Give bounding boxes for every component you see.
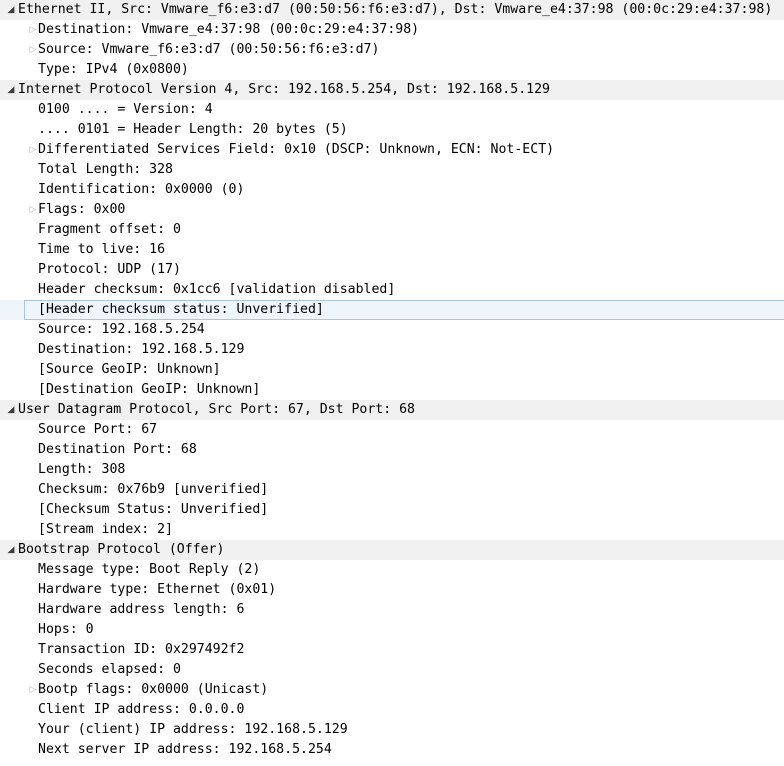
field-row[interactable]: Source Port: 67 bbox=[0, 420, 784, 440]
field-row[interactable]: 0100 .... = Version: 4 bbox=[0, 100, 784, 120]
field-row[interactable]: Destination Port: 68 bbox=[0, 440, 784, 460]
row-label: Time to live: 16 bbox=[38, 242, 166, 257]
field-row[interactable]: Next server IP address: 192.168.5.254 bbox=[0, 740, 784, 760]
row-label: Checksum: 0x76b9 [unverified] bbox=[38, 482, 269, 497]
row-label: Hardware address length: 6 bbox=[38, 602, 245, 617]
field-row[interactable]: Total Length: 328 bbox=[0, 160, 784, 180]
row-label: Total Length: 328 bbox=[38, 162, 173, 177]
field-row[interactable]: Time to live: 16 bbox=[0, 240, 784, 260]
row-label: Source Port: 67 bbox=[38, 422, 158, 437]
field-row[interactable]: Checksum: 0x76b9 [unverified] bbox=[0, 480, 784, 500]
row-label: Length: 308 bbox=[38, 462, 126, 477]
row-label: Next server IP address: 192.168.5.254 bbox=[38, 742, 332, 757]
field-row[interactable]: ▷ Flags: 0x00 bbox=[0, 200, 784, 220]
field-row[interactable]: Hops: 0 bbox=[0, 620, 784, 640]
row-label: User Datagram Protocol, Src Port: 67, Ds… bbox=[18, 402, 415, 417]
row-label: 0100 .... = Version: 4 bbox=[38, 102, 213, 117]
protocol-row[interactable]: ◢ Ethernet II, Src: Vmware_f6:e3:d7 (00:5… bbox=[0, 0, 784, 20]
row-label: Identification: 0x0000 (0) bbox=[38, 182, 245, 197]
field-row[interactable]: [Source GeoIP: Unknown] bbox=[0, 360, 784, 380]
field-row[interactable]: Header checksum: 0x1cc6 [validation disa… bbox=[0, 280, 784, 300]
row-label: Source: Vmware_f6:e3:d7 (00:50:56:f6:e3:… bbox=[38, 42, 380, 57]
field-row[interactable]: Destination: 192.168.5.129 bbox=[0, 340, 784, 360]
field-row[interactable]: .... 0101 = Header Length: 20 bytes (5) bbox=[0, 120, 784, 140]
triangle-down-icon[interactable]: ◢ bbox=[4, 80, 18, 100]
row-label: Bootstrap Protocol (Offer) bbox=[18, 542, 225, 557]
triangle-down-icon[interactable]: ◢ bbox=[4, 540, 18, 560]
field-row[interactable]: Fragment offset: 0 bbox=[0, 220, 784, 240]
triangle-down-icon[interactable]: ◢ bbox=[4, 0, 18, 20]
field-row[interactable]: Message type: Boot Reply (2) bbox=[0, 560, 784, 580]
field-row[interactable]: Hardware address length: 6 bbox=[0, 600, 784, 620]
row-label: Differentiated Services Field: 0x10 (DSC… bbox=[38, 142, 555, 157]
row-label: Seconds elapsed: 0 bbox=[38, 662, 181, 677]
field-row[interactable]: [Destination GeoIP: Unknown] bbox=[0, 380, 784, 400]
field-row[interactable]: Length: 308 bbox=[0, 460, 784, 480]
protocol-row[interactable]: ◢ Internet Protocol Version 4, Src: 192.1… bbox=[0, 80, 784, 100]
triangle-down-icon[interactable]: ◢ bbox=[4, 400, 18, 420]
row-label: Header checksum: 0x1cc6 [validation disa… bbox=[38, 282, 396, 297]
row-label: Message type: Boot Reply (2) bbox=[38, 562, 261, 577]
protocol-row[interactable]: ◢ User Datagram Protocol, Src Port: 67, D… bbox=[0, 400, 784, 420]
field-row[interactable]: Source: 192.168.5.254 bbox=[0, 320, 784, 340]
field-row[interactable]: Seconds elapsed: 0 bbox=[0, 660, 784, 680]
row-label: Protocol: UDP (17) bbox=[38, 262, 181, 277]
row-label: [Source GeoIP: Unknown] bbox=[38, 362, 221, 377]
row-label: Hardware type: Ethernet (0x01) bbox=[38, 582, 277, 597]
field-row[interactable]: ▷ Destination: Vmware_e4:37:98 (00:0c:29:… bbox=[0, 20, 784, 40]
row-label: [Checksum Status: Unverified] bbox=[38, 502, 269, 517]
packet-details-tree[interactable]: ◢ Ethernet II, Src: Vmware_f6:e3:d7 (00:5… bbox=[0, 0, 784, 766]
row-label: Flags: 0x00 bbox=[38, 202, 126, 217]
row-label: Type: IPv4 (0x0800) bbox=[38, 62, 189, 77]
row-label: [Stream index: 2] bbox=[38, 522, 173, 537]
field-row[interactable]: Type: IPv4 (0x0800) bbox=[0, 60, 784, 80]
field-row[interactable]: Hardware type: Ethernet (0x01) bbox=[0, 580, 784, 600]
row-label: Fragment offset: 0 bbox=[38, 222, 181, 237]
row-label: Source: 192.168.5.254 bbox=[38, 322, 205, 337]
field-row[interactable]: Client IP address: 0.0.0.0 bbox=[0, 700, 784, 720]
row-label: [Destination GeoIP: Unknown] bbox=[38, 382, 261, 397]
row-label: Transaction ID: 0x297492f2 bbox=[38, 642, 245, 657]
field-row[interactable]: [Checksum Status: Unverified] bbox=[0, 500, 784, 520]
protocol-row[interactable]: ◢ Bootstrap Protocol (Offer) bbox=[0, 540, 784, 560]
row-label: Your (client) IP address: 192.168.5.129 bbox=[38, 722, 348, 737]
row-label: Destination Port: 68 bbox=[38, 442, 197, 457]
row-label: Destination: 192.168.5.129 bbox=[38, 342, 245, 357]
row-label: [Header checksum status: Unverified] bbox=[38, 302, 324, 317]
field-row[interactable]: Identification: 0x0000 (0) bbox=[0, 180, 784, 200]
row-label: Bootp flags: 0x0000 (Unicast) bbox=[38, 682, 269, 697]
field-row[interactable]: ▷ Bootp flags: 0x0000 (Unicast) bbox=[0, 680, 784, 700]
row-label: Internet Protocol Version 4, Src: 192.16… bbox=[18, 82, 550, 97]
row-label: Destination: Vmware_e4:37:98 (00:0c:29:e… bbox=[38, 22, 420, 37]
field-row[interactable]: ▷ Source: Vmware_f6:e3:d7 (00:50:56:f6:e3… bbox=[0, 40, 784, 60]
row-label: .... 0101 = Header Length: 20 bytes (5) bbox=[38, 122, 348, 137]
field-row[interactable]: Your (client) IP address: 192.168.5.129 bbox=[0, 720, 784, 740]
field-row[interactable]: Protocol: UDP (17) bbox=[0, 260, 784, 280]
row-label: Client IP address: 0.0.0.0 bbox=[38, 702, 245, 717]
row-label: Ethernet II, Src: Vmware_f6:e3:d7 (00:50… bbox=[18, 2, 773, 17]
field-row[interactable]: Transaction ID: 0x297492f2 bbox=[0, 640, 784, 660]
field-row[interactable]: [Stream index: 2] bbox=[0, 520, 784, 540]
row-label: Hops: 0 bbox=[38, 622, 94, 637]
field-row[interactable]: [Header checksum status: Unverified] bbox=[0, 300, 784, 320]
field-row[interactable]: ▷ Differentiated Services Field: 0x10 (DS… bbox=[0, 140, 784, 160]
